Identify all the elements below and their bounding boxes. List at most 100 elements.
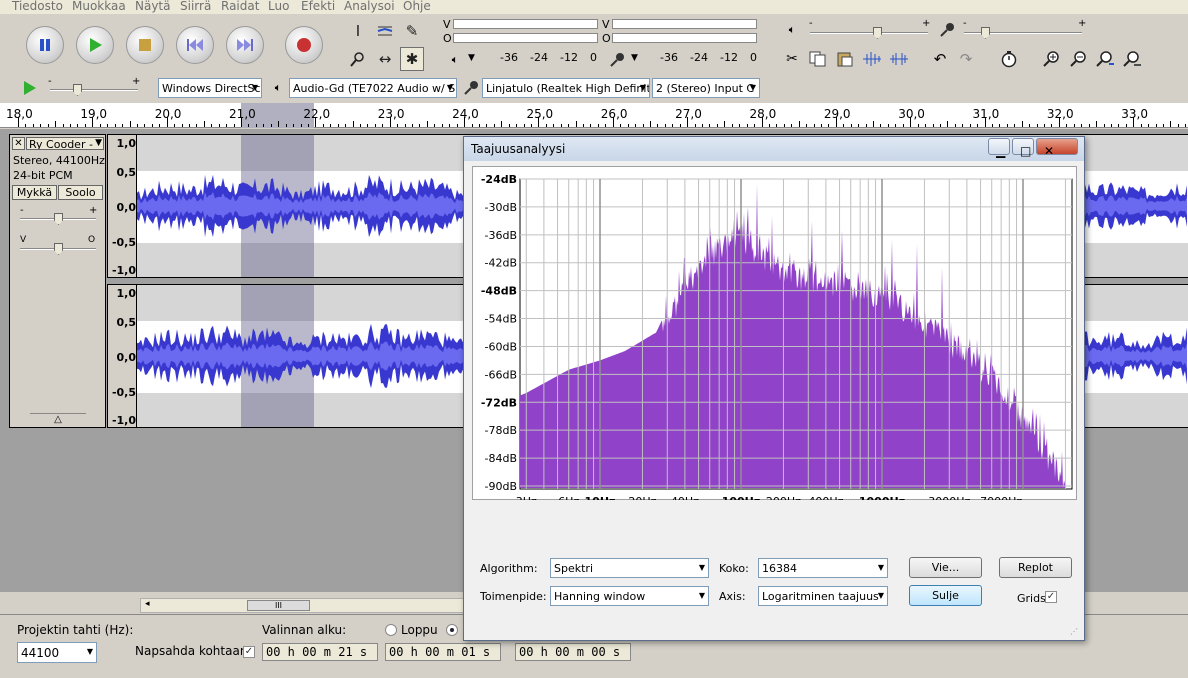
magnifier-icon: [350, 52, 364, 67]
close-button[interactable]: ✕: [1036, 138, 1078, 158]
trim-button[interactable]: [860, 47, 884, 71]
ruler-label: 33,0: [1121, 107, 1148, 121]
y-axis-label: -54dB: [485, 313, 518, 326]
rec-meter-menu-arrow[interactable]: ▼: [631, 53, 638, 63]
rec-meter-button[interactable]: [605, 48, 629, 72]
gain-thumb[interactable]: [54, 213, 63, 225]
dialog-title: Taajuusanalyysi: [471, 142, 566, 156]
export-button[interactable]: Vie...: [909, 557, 982, 578]
pan-right-label: O: [88, 235, 96, 245]
menu-tracks[interactable]: Raidat: [221, 0, 259, 13]
scroll-thumb[interactable]: III: [247, 600, 310, 611]
play-meter-button[interactable]: 🔈︎: [443, 48, 467, 72]
grids-checkbox[interactable]: ✓: [1045, 591, 1057, 603]
menu-effect[interactable]: Efekti: [301, 0, 335, 13]
collapse-track-button[interactable]: △: [30, 413, 86, 425]
mute-button[interactable]: Mykkä: [12, 185, 57, 200]
ruler-tick: [583, 124, 585, 127]
stop-button[interactable]: [126, 26, 164, 64]
ruler-tick: [991, 124, 993, 127]
function-select[interactable]: Hanning window: [550, 586, 709, 606]
menu-transport[interactable]: Siirrä: [180, 0, 211, 13]
ruler-tick: [1021, 121, 1023, 127]
snap-to-checkbox[interactable]: ✓: [243, 646, 255, 658]
ruler-tick: [151, 124, 153, 127]
timeline-ruler[interactable]: 18,0 19,0 20,0 21,0 22,0 23,0 24,0 25,0 26,0 27,0…: [0, 103, 1188, 128]
fit-selection-button[interactable]: [1093, 47, 1117, 71]
timeshift-tool[interactable]: ↔: [373, 47, 397, 71]
ruler-tick: [768, 124, 770, 127]
replot-button[interactable]: Replot: [999, 557, 1072, 578]
copy-button[interactable]: [806, 47, 830, 71]
menu-file[interactable]: Tiedosto: [12, 0, 63, 13]
ruler-label: 18,0: [6, 107, 33, 121]
spectrum-plot[interactable]: -24dB -30dB -36dB -42dB -48dB -54dB -60dB -66dB…: [472, 166, 1077, 500]
audio-host-select[interactable]: Windows DirectSc: [158, 78, 262, 98]
pause-button[interactable]: [26, 26, 64, 64]
menu-analyze[interactable]: Analysoi: [344, 0, 395, 13]
multi-tool[interactable]: ✱: [400, 47, 424, 71]
play-button[interactable]: [76, 26, 114, 64]
cut-button[interactable]: ✂: [780, 47, 804, 71]
scroll-left-arrow[interactable]: ◂: [145, 599, 150, 609]
horizontal-scrollbar[interactable]: ◂ III: [140, 598, 465, 613]
trim-icon: [863, 52, 881, 66]
output-device-select[interactable]: Audio-Gd (TE7022 Audio w/ SF: [289, 78, 457, 98]
ruler-tick: [575, 121, 577, 127]
skip-start-button[interactable]: [176, 26, 214, 64]
silence-button[interactable]: [887, 47, 911, 71]
selection-start-time[interactable]: 00 h 00 m 21 s: [262, 643, 378, 661]
envelope-tool[interactable]: [373, 19, 397, 43]
zoom-out-button[interactable]: [1066, 47, 1090, 71]
menu-view[interactable]: Näytä: [135, 0, 171, 13]
rec-meter-left-label: V: [602, 18, 610, 31]
zoom-in-button[interactable]: [1039, 47, 1063, 71]
selection-tool[interactable]: I: [346, 19, 370, 43]
ruler-tick: [664, 124, 666, 127]
length-radio[interactable]: [446, 624, 458, 636]
fit-project-button[interactable]: [1120, 47, 1144, 71]
undo-button[interactable]: ↶: [928, 47, 952, 71]
end-radio[interactable]: [385, 624, 397, 636]
ruler-tick: [1125, 124, 1127, 127]
sync-lock-button[interactable]: [997, 47, 1021, 71]
skip-end-button[interactable]: [226, 26, 264, 64]
menu-generate[interactable]: Luo: [268, 0, 289, 13]
selection-end-time[interactable]: 00 h 00 m 01 s: [385, 643, 501, 661]
track-name-menu[interactable]: Ry Cooder - ▼: [26, 137, 104, 150]
output-volume-slider[interactable]: [810, 32, 928, 34]
play-meter-mark: -36: [500, 51, 518, 64]
minimize-button[interactable]: ▁: [988, 138, 1010, 158]
zoom-tool[interactable]: [346, 47, 370, 71]
play-at-speed-button[interactable]: [18, 76, 42, 100]
draw-tool[interactable]: ✎: [400, 19, 424, 43]
ruler-tick: [389, 117, 391, 127]
track-format: Stereo, 44100Hz: [13, 154, 105, 167]
audio-position-time[interactable]: 00 h 00 m 00 s: [515, 643, 631, 661]
axis-select[interactable]: Logaritminen taajuus: [758, 586, 888, 606]
play-meter-menu-arrow[interactable]: ▼: [468, 53, 475, 63]
maximize-button[interactable]: □: [1012, 138, 1034, 158]
algorithm-select[interactable]: Spektri: [550, 558, 709, 578]
resize-grip[interactable]: ⋰: [1070, 627, 1078, 636]
redo-button[interactable]: ↷: [954, 47, 978, 71]
size-select[interactable]: 16384: [758, 558, 888, 578]
ruler-tick: [798, 121, 800, 127]
ruler-tick: [731, 124, 733, 127]
input-device-select[interactable]: Linjatulo (Realtek High Definiti: [482, 78, 650, 98]
paste-button[interactable]: [833, 47, 857, 71]
play-speed-slider[interactable]: [50, 89, 138, 91]
dialog-titlebar[interactable]: Taajuusanalyysi ▁ □ ✕: [464, 137, 1084, 161]
pan-thumb[interactable]: [54, 243, 63, 255]
input-channels-select[interactable]: 2 (Stereo) Input C: [652, 78, 760, 98]
project-rate-select[interactable]: 44100: [17, 642, 97, 663]
ruler-tick: [1170, 121, 1172, 127]
menu-help[interactable]: Ohje: [403, 0, 431, 13]
ruler-tick: [843, 124, 845, 127]
close-track-button[interactable]: ✕: [12, 137, 25, 150]
menu-edit[interactable]: Muokkaa: [72, 0, 126, 13]
record-button[interactable]: [285, 26, 323, 64]
ruler-tick: [122, 124, 124, 127]
solo-button[interactable]: Soolo: [58, 185, 103, 200]
close-dialog-button[interactable]: Sulje: [909, 585, 982, 606]
